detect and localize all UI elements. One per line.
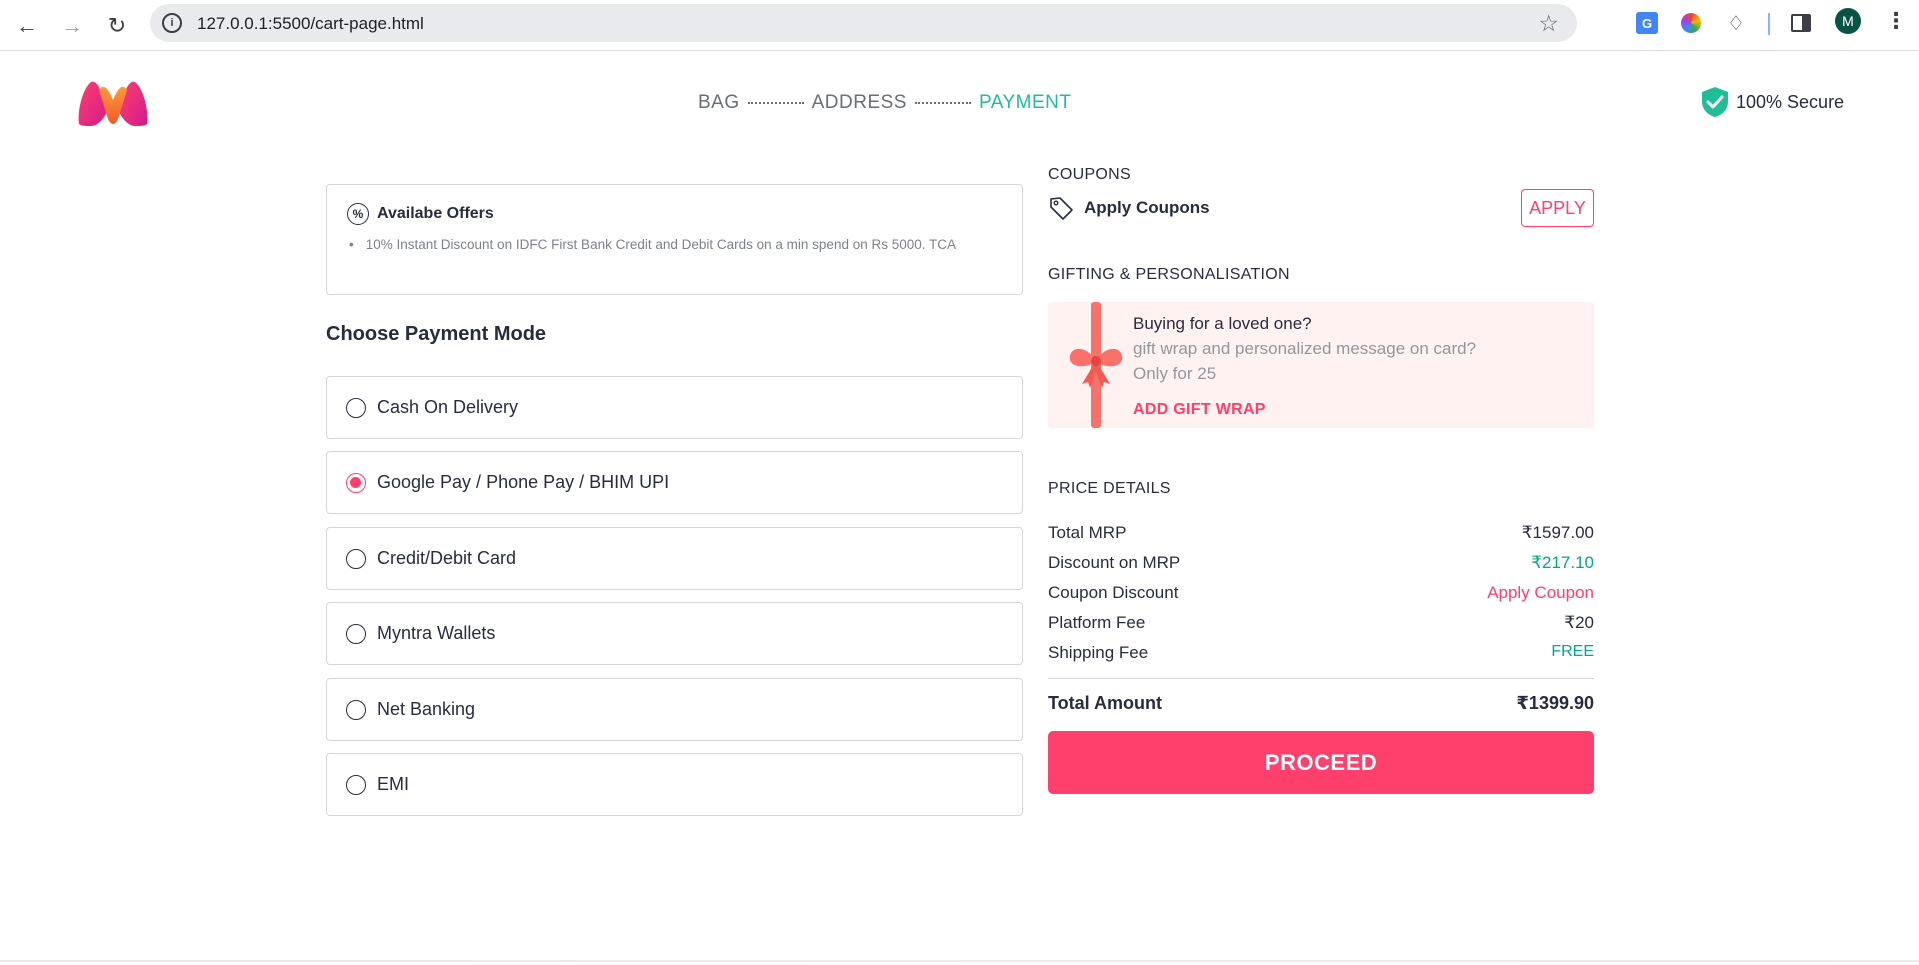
offers-title: Availabe Offers bbox=[377, 205, 494, 222]
payment-option-wallets[interactable]: Myntra Wallets bbox=[326, 602, 1023, 665]
payment-option-netbanking[interactable]: Net Banking bbox=[326, 678, 1023, 741]
gifting-title: GIFTING & PERSONALISATION bbox=[1048, 266, 1290, 283]
price-divider bbox=[1048, 678, 1594, 679]
step-address[interactable]: ADDRESS bbox=[812, 92, 907, 114]
apply-coupon-link[interactable]: Apply Coupon bbox=[1487, 583, 1594, 603]
address-bar[interactable]: i 127.0.0.1:5500/cart-page.html ☆ bbox=[150, 4, 1577, 42]
kebab-menu-icon[interactable]: ⋮ bbox=[1885, 8, 1907, 34]
profile-avatar[interactable]: M bbox=[1835, 8, 1861, 34]
total-value: ₹1399.90 bbox=[1516, 693, 1594, 713]
payment-option-label: Net Banking bbox=[377, 699, 476, 719]
gift-heading: Buying for a loved one? bbox=[1133, 314, 1312, 333]
radio-button[interactable] bbox=[346, 623, 366, 644]
offer-item: • 10% Instant Discount on IDFC First Bank… bbox=[349, 237, 957, 252]
checkout-steps: BAG ADDRESS PAYMENT bbox=[698, 92, 1072, 114]
gift-wrap-card: Buying for a loved one? gift wrap and pe… bbox=[1048, 302, 1594, 428]
apply-coupons-row: Apply Coupons bbox=[1048, 195, 1210, 221]
price-row-coupon: Coupon Discount Apply Coupon bbox=[1048, 583, 1594, 603]
bookmark-star-icon[interactable]: ☆ bbox=[1538, 10, 1559, 37]
step-separator bbox=[914, 102, 971, 104]
page-bottom-border bbox=[0, 960, 1919, 962]
browser-toolbar: ← → ↻ i 127.0.0.1:5500/cart-page.html ☆ … bbox=[0, 0, 1919, 51]
price-label: Shipping Fee bbox=[1048, 643, 1149, 662]
step-bag[interactable]: BAG bbox=[698, 92, 740, 114]
payment-option-label: Google Pay / Phone Pay / BHIM UPI bbox=[377, 472, 670, 492]
price-label: Platform Fee bbox=[1048, 613, 1146, 632]
payment-option-label: Cash On Delivery bbox=[377, 397, 519, 417]
radio-button[interactable] bbox=[346, 548, 366, 569]
available-offers-box: % Availabe Offers • 10% Instant Discount … bbox=[326, 184, 1023, 295]
price-details-title: PRICE DETAILS bbox=[1048, 480, 1171, 497]
secure-badge: 100% Secure bbox=[1700, 86, 1844, 118]
total-amount-row: Total Amount ₹1399.90 bbox=[1048, 693, 1594, 714]
forward-arrow-icon[interactable]: → bbox=[54, 8, 90, 44]
price-value: FREE bbox=[1551, 643, 1594, 660]
offer-item-text: 10% Instant Discount on IDFC First Bank … bbox=[365, 237, 957, 252]
price-row-shipping: Shipping Fee FREE bbox=[1048, 643, 1594, 663]
payment-option-label: Credit/Debit Card bbox=[377, 548, 517, 568]
secure-label: 100% Secure bbox=[1736, 91, 1845, 112]
myntra-logo[interactable] bbox=[77, 80, 149, 128]
price-value: ₹217.10 bbox=[1531, 553, 1594, 572]
price-label: Discount on MRP bbox=[1048, 553, 1181, 572]
add-gift-wrap-link[interactable]: ADD GIFT WRAP bbox=[1133, 401, 1266, 419]
payment-mode-title: Choose Payment Mode bbox=[326, 323, 547, 345]
apply-coupons-label: Apply Coupons bbox=[1084, 198, 1210, 217]
price-row-platform-fee: Platform Fee ₹20 bbox=[1048, 613, 1594, 633]
payment-option-emi[interactable]: EMI bbox=[326, 753, 1023, 816]
payment-option-label: EMI bbox=[377, 774, 410, 794]
price-label: Total MRP bbox=[1048, 523, 1127, 542]
proceed-button[interactable]: PROCEED bbox=[1048, 731, 1594, 794]
step-payment[interactable]: PAYMENT bbox=[979, 92, 1072, 114]
payment-option-upi[interactable]: Google Pay / Phone Pay / BHIM UPI bbox=[326, 451, 1023, 514]
translate-extension-icon[interactable]: G bbox=[1634, 10, 1660, 36]
payment-option-cod[interactable]: Cash On Delivery bbox=[326, 376, 1023, 439]
radio-button[interactable] bbox=[346, 774, 366, 795]
back-arrow-icon[interactable]: ← bbox=[9, 8, 45, 44]
price-value: ₹1597.00 bbox=[1521, 523, 1594, 542]
gift-subtext: gift wrap and personalized message on ca… bbox=[1133, 339, 1477, 358]
shield-check-icon bbox=[1702, 87, 1728, 117]
step-separator bbox=[747, 102, 804, 104]
gift-price: Only for 25 bbox=[1133, 364, 1217, 383]
price-label: Coupon Discount bbox=[1048, 583, 1179, 602]
price-row-total-mrp: Total MRP ₹1597.00 bbox=[1048, 523, 1594, 543]
tag-icon bbox=[1050, 197, 1073, 220]
radio-button[interactable] bbox=[346, 699, 366, 720]
payment-option-label: Myntra Wallets bbox=[377, 623, 496, 643]
radio-button-selected[interactable] bbox=[346, 472, 366, 493]
payment-option-card[interactable]: Credit/Debit Card bbox=[326, 527, 1023, 590]
extensions-puzzle-icon[interactable]: ♢ bbox=[1723, 10, 1749, 36]
site-header: BAG ADDRESS PAYMENT 100% Secure bbox=[0, 52, 1919, 152]
side-panel-icon[interactable] bbox=[1788, 10, 1814, 36]
reload-icon[interactable]: ↻ bbox=[99, 8, 135, 44]
site-info-icon[interactable]: i bbox=[162, 13, 182, 33]
gift-ribbon-icon bbox=[1069, 302, 1123, 428]
price-row-discount: Discount on MRP ₹217.10 bbox=[1048, 553, 1594, 573]
address-bar-url[interactable]: 127.0.0.1:5500/cart-page.html bbox=[197, 14, 424, 34]
total-label: Total Amount bbox=[1048, 693, 1162, 713]
color-picker-extension-icon[interactable] bbox=[1678, 10, 1704, 36]
apply-coupon-button[interactable]: APPLY bbox=[1521, 189, 1594, 227]
radio-button[interactable] bbox=[346, 397, 366, 418]
price-value: ₹20 bbox=[1564, 613, 1594, 632]
coupons-title: COUPONS bbox=[1048, 166, 1131, 183]
percent-badge-icon: % bbox=[347, 203, 369, 225]
toolbar-divider bbox=[1768, 13, 1770, 35]
